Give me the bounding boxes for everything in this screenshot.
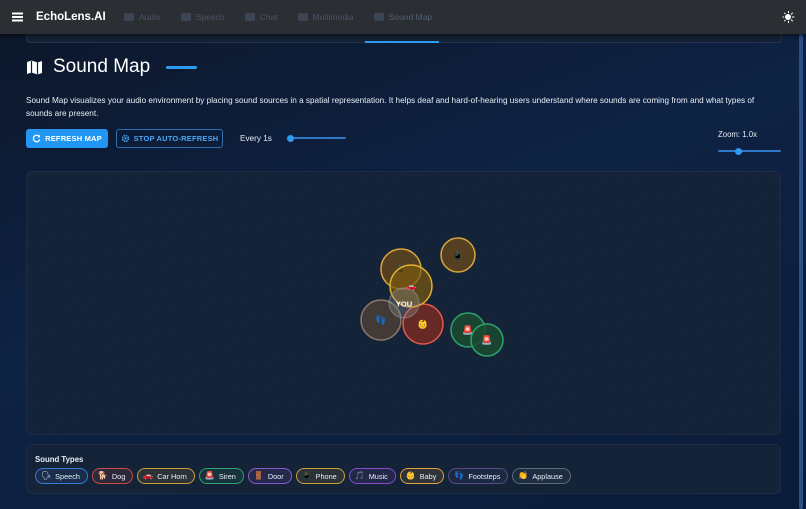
tab-label: Sound Map [388,12,433,22]
tab-label: Audio [139,12,161,22]
gear-icon [121,134,129,143]
tab-label: Chat [259,12,278,22]
tab-speech[interactable]: Speech [171,0,235,34]
legend-chip-siren[interactable]: 🚨 Siren [198,468,244,484]
nav-tabs: Audio Speech Chat Multimedia Sound Map [114,0,442,34]
legend-chips: 🗣 Speech 🐕 Dog 🚗 Car Horn 🚨 Siren 🚪 Door 📱 Phone 🎵 Mu… [35,468,571,484]
map-icon [373,13,384,21]
legend-chip-label: Music [368,471,388,481]
siren-icon: 🚨 [204,471,215,480]
tab-chat[interactable]: Chat [235,0,288,34]
sound-source-phone-2[interactable]: 📱 [440,237,476,273]
refresh-map-button[interactable]: REFRESH MAP [26,129,108,148]
baby-icon: 👶 [417,318,428,329]
brand-title: EchoLens.AI [36,11,106,23]
legend-chip-label: Car Horn [157,471,187,481]
page-description: Sound Map visualizes your audio environm… [26,96,755,118]
legend-chip-label: Baby [419,471,437,481]
legend-chip-dog[interactable]: 🐕 Dog [91,468,134,484]
speech-icon: 🗣 [41,471,52,480]
footsteps-icon: 👣 [454,471,465,480]
legend-chip-label: Door [267,471,284,481]
legend-chip-label: Dog [111,471,126,481]
app-bar: EchoLens.AI Audio Speech Chat Multimedia… [0,0,806,34]
phone-icon: 📱 [301,471,312,480]
footsteps-icon: 👣 [375,314,386,326]
interval-slider-thumb[interactable] [287,134,294,142]
tab-label: Speech [195,12,225,22]
tab-label: Multimedia [312,12,354,22]
phone-icon: 📱 [452,249,463,260]
page-header: Sound Map [26,56,198,78]
legend-chip-door[interactable]: 🚪 Door [247,468,292,484]
legend-chip-label: Applause [532,471,563,481]
sound-types-legend: Sound Types 🗣 Speech 🐕 Dog 🚗 Car Horn 🚨 Siren 🚪 D… [26,444,781,494]
legend-chip-label: Speech [55,471,80,481]
sound-source-siren-2[interactable]: 🚨 [470,323,504,357]
scrollbar[interactable] [799,34,803,509]
chat-icon [244,13,255,21]
sound-map-svg: 📱 📱 👣 👶 🚗 YOU 🚨 🚨 [27,172,782,436]
baby-icon: 👶 [405,471,416,480]
legend-chip-speech[interactable]: 🗣 Speech [35,468,88,484]
user-position-marker: YOU [388,287,420,319]
applause-icon: 👏 [518,471,529,480]
stop-auto-refresh-label: STOP AUTO-REFRESH [133,134,219,143]
legend-chip-baby[interactable]: 👶 Baby [399,468,445,484]
music-icon: 🎵 [354,471,365,480]
legend-title: Sound Types [35,455,84,464]
legend-chip-applause[interactable]: 👏 Applause [512,468,571,484]
zoom-slider-track[interactable] [718,150,781,152]
tab-sound-map[interactable]: Sound Map [364,0,442,34]
refresh-interval-label: Every 1s [240,134,272,143]
tab-multimedia[interactable]: Multimedia [288,0,364,34]
sound-map-canvas[interactable]: 📱 📱 👣 👶 🚗 YOU 🚨 🚨 [26,171,782,436]
zoom-slider-thumb[interactable] [735,147,742,155]
legend-chip-car-horn[interactable]: 🚗 Car Horn [137,468,195,484]
speech-icon [180,13,191,21]
legend-chip-label: Siren [218,471,236,481]
door-icon: 🚪 [253,471,264,480]
siren-icon: 🚨 [481,334,492,345]
zoom-label: Zoom: 1.0x [718,130,757,139]
dog-icon: 🐕 [97,471,108,480]
stop-auto-refresh-button[interactable]: STOP AUTO-REFRESH [116,129,223,148]
map-icon [27,60,42,74]
car-horn-icon: 🚗 [143,471,154,480]
legend-chip-label: Phone [315,471,337,481]
legend-chip-label: Footsteps [468,471,501,481]
refresh-map-label: REFRESH MAP [45,134,102,143]
menu-icon[interactable] [0,0,34,34]
interval-slider-track[interactable] [288,137,346,139]
legend-chip-music[interactable]: 🎵 Music [348,468,396,484]
audio-icon [124,13,134,21]
theme-toggle-sun-icon[interactable] [782,11,794,23]
active-tab-indicator [365,41,439,43]
you-label: YOU [396,300,412,309]
title-accent [166,65,198,69]
multimedia-icon [297,13,308,21]
page-title: Sound Map [53,56,151,77]
legend-chip-footsteps[interactable]: 👣 Footsteps [448,468,509,484]
refresh-icon [32,134,41,143]
legend-chip-phone[interactable]: 📱 Phone [295,468,345,484]
tab-audio[interactable]: Audio [114,0,171,34]
